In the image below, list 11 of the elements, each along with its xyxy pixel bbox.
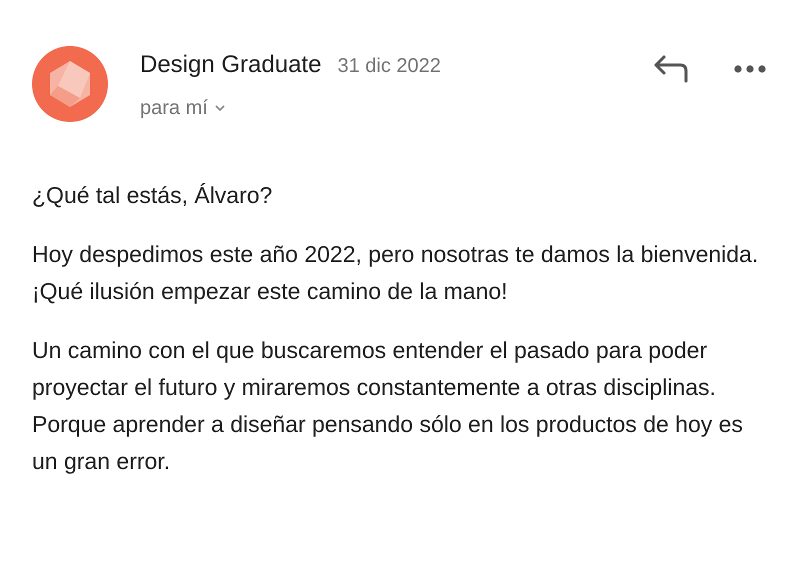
more-options-button[interactable] [734,65,766,73]
paragraph: Un camino con el que buscaremos entender el pasado para poder proyectar el futuro y miraremos constantemente a otras disciplinas. Porque aprender a diseñar pensando sólo en los productos de hoy es un gran error. [32,336,744,476]
recipient-dropdown[interactable]: para mí [140,93,226,123]
caret-icon [214,104,226,112]
email-date: 31 dic 2022 [337,54,441,79]
avatar-icon [32,46,108,122]
sender-name: Design Graduate [140,50,322,80]
paragraph: Hoy despedimos este año 2022, pero nosotras te damos la bienvenida. [32,240,760,269]
reply-button[interactable] [652,54,690,84]
paragraph: ¡Qué ilusión empezar este camino de la mano! [32,277,509,306]
paragraph: ¿Qué tal estás, Álvaro? [32,181,274,210]
